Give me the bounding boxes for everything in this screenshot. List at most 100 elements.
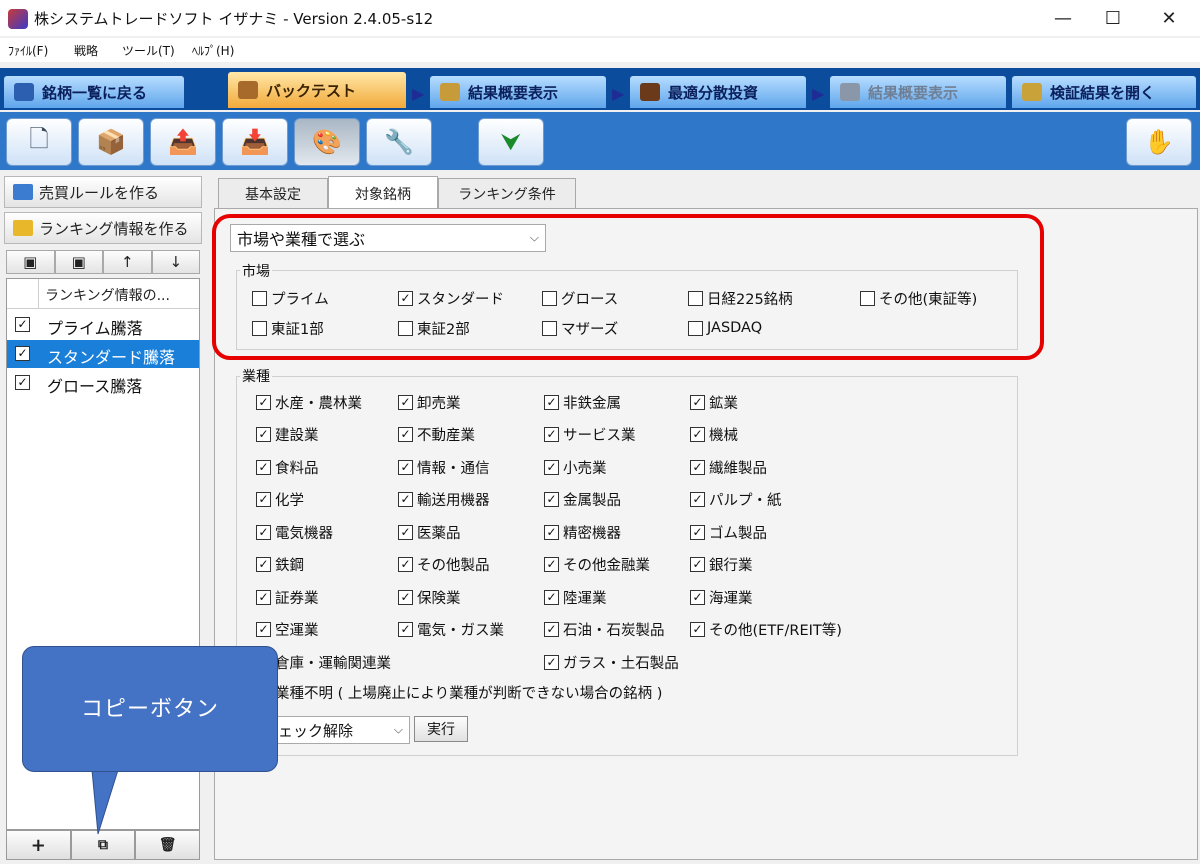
copy-button[interactable]: ⧉ <box>70 830 136 860</box>
industry-unknown[interactable]: ✓業種不明 ( 上場廃止により業種が判断できない場合の銘柄 ) <box>256 682 662 702</box>
make-rule-button[interactable]: 売買ルールを作る <box>4 176 202 208</box>
checkbox[interactable]: ✓ <box>398 622 413 637</box>
industry-checkbox[interactable]: ✓ 電気・ガス業 <box>398 620 504 640</box>
add-button[interactable]: + <box>6 830 71 860</box>
tab-basic-settings[interactable]: 基本設定 <box>218 178 328 208</box>
nav-tab-optimal-distribution[interactable]: 最適分散投資 <box>630 76 806 108</box>
new-button[interactable]: 🗋 <box>6 118 72 166</box>
industry-checkbox[interactable]: ✓ 繊維製品 <box>690 457 767 477</box>
save-button[interactable]: ▣ <box>6 250 55 274</box>
settings-button[interactable]: 🔧 <box>366 118 432 166</box>
list-item-selected[interactable]: ✓ スタンダード騰落 <box>7 340 199 368</box>
list-item-checkbox[interactable]: ✓ <box>15 346 30 361</box>
industry-checkbox[interactable]: ✓ 不動産業 <box>398 425 475 445</box>
industry-checkbox[interactable]: ✓ 空運業 <box>256 620 319 640</box>
checkbox[interactable]: ✓ <box>256 459 271 475</box>
maximize-button[interactable]: ☐ <box>1090 0 1136 36</box>
industry-checkbox[interactable]: ✓ 金属製品 <box>544 490 621 510</box>
menu-help[interactable]: ﾍﾙﾌﾟ(H) <box>192 42 234 59</box>
checkbox[interactable]: ✓ <box>544 459 559 475</box>
checkbox[interactable]: ✓ <box>544 589 559 605</box>
checkbox[interactable]: ✓ <box>690 427 705 442</box>
tab-ranking-conditions[interactable]: ランキング条件 <box>438 178 576 208</box>
nav-tab-backtest[interactable]: バックテスト <box>228 72 406 108</box>
industry-checkbox[interactable]: ✓ 輸送用機器 <box>398 490 490 510</box>
checkbox[interactable]: ✓ <box>398 394 413 410</box>
industry-checkbox[interactable]: ✓ サービス業 <box>544 425 636 445</box>
nav-tab-result-summary[interactable]: 結果概要表示 <box>430 76 606 108</box>
beginner-button[interactable]: ⮟ <box>478 118 544 166</box>
open-button[interactable]: 📦 <box>78 118 144 166</box>
menu-strategy[interactable]: 戦略 <box>74 42 98 59</box>
checkbox[interactable]: ✓ <box>690 589 705 605</box>
run-button[interactable]: ✋ <box>1126 118 1192 166</box>
execute-button[interactable]: 実行 <box>414 716 468 742</box>
nav-tab-result-summary-2[interactable]: 結果概要表示 <box>830 76 1006 108</box>
industry-checkbox[interactable]: ✓ 精密機器 <box>544 522 621 542</box>
list-item[interactable]: ✓ プライム騰落 <box>7 311 199 339</box>
industry-checkbox[interactable]: ✓ その他金融業 <box>544 555 650 575</box>
minimize-button[interactable]: — <box>1040 0 1086 36</box>
checkbox[interactable]: ✓ <box>544 492 559 507</box>
checkbox[interactable]: ✓ <box>256 524 271 540</box>
checkbox[interactable]: ✓ <box>544 654 559 670</box>
checkbox[interactable]: ✓ <box>256 557 271 572</box>
export-button[interactable]: 📤 <box>150 118 216 166</box>
check-action-dropdown[interactable]: チェック解除 ⌵ <box>256 716 410 744</box>
checkbox[interactable]: ✓ <box>690 557 705 572</box>
checkbox[interactable]: ✓ <box>398 459 413 475</box>
industry-checkbox[interactable]: ✓ 鉄鋼 <box>256 555 304 575</box>
checkbox[interactable]: ✓ <box>690 622 705 637</box>
delete-button[interactable]: 🗑 <box>135 830 201 860</box>
industry-checkbox[interactable]: ✓ 証券業 <box>256 587 319 607</box>
industry-checkbox[interactable]: ✓ 鉱業 <box>690 392 738 412</box>
industry-checkbox[interactable]: ✓ 情報・通信 <box>398 457 490 477</box>
industry-checkbox[interactable]: ✓ 水産・農林業 <box>256 392 362 412</box>
checkbox[interactable]: ✓ <box>256 427 271 442</box>
nav-tab-back-to-list[interactable]: 銘柄一覧に戻る <box>4 76 184 108</box>
list-item-checkbox[interactable]: ✓ <box>15 317 30 332</box>
checkbox[interactable]: ✓ <box>544 524 559 540</box>
industry-checkbox[interactable]: ✓ 医薬品 <box>398 522 461 542</box>
checkbox[interactable]: ✓ <box>690 492 705 507</box>
move-up-button[interactable]: ↑ <box>103 250 152 274</box>
tab-target-stocks[interactable]: 対象銘柄 <box>328 176 438 210</box>
industry-checkbox[interactable]: ✓ 非鉄金属 <box>544 392 621 412</box>
industry-checkbox[interactable]: ✓ 化学 <box>256 490 304 510</box>
checkbox[interactable]: ✓ <box>398 557 413 572</box>
checkbox[interactable]: ✓ <box>690 394 705 410</box>
move-down-button[interactable]: ↓ <box>151 250 200 274</box>
industry-checkbox[interactable]: ✓ 陸運業 <box>544 587 607 607</box>
checkbox[interactable]: ✓ <box>398 492 413 507</box>
industry-checkbox[interactable]: ✓ その他製品 <box>398 555 490 575</box>
menu-file[interactable]: ﾌｧｲﾙ(F) <box>8 42 48 59</box>
industry-checkbox[interactable]: ✓ 卸売業 <box>398 392 461 412</box>
industry-checkbox[interactable]: ✓ 海運業 <box>690 587 753 607</box>
checkbox[interactable]: ✓ <box>690 524 705 540</box>
checkbox[interactable]: ✓ <box>544 394 559 410</box>
palette-button[interactable]: 🎨 <box>294 118 360 166</box>
checkbox[interactable]: ✓ <box>398 427 413 442</box>
checkbox[interactable]: ✓ <box>398 589 413 605</box>
menu-tools[interactable]: ツール(T) <box>122 42 175 59</box>
checkbox[interactable]: ✓ <box>256 492 271 507</box>
industry-checkbox[interactable]: ✓ 小売業 <box>544 457 607 477</box>
checkbox[interactable]: ✓ <box>544 622 559 637</box>
list-item-checkbox[interactable]: ✓ <box>15 375 30 390</box>
checkbox[interactable]: ✓ <box>256 622 271 637</box>
industry-checkbox[interactable]: ✓ パルプ・紙 <box>690 490 782 510</box>
make-ranking-button[interactable]: ランキング情報を作る <box>4 212 202 244</box>
checkbox[interactable]: ✓ <box>544 427 559 442</box>
industry-checkbox[interactable]: ✓ 保険業 <box>398 587 461 607</box>
import-button[interactable]: 📥 <box>222 118 288 166</box>
industry-checkbox[interactable]: ✓ 電気機器 <box>256 522 333 542</box>
checkbox[interactable]: ✓ <box>544 557 559 572</box>
industry-checkbox[interactable]: ✓ 建設業 <box>256 425 319 445</box>
industry-checkbox[interactable]: ✓ 機械 <box>690 425 738 445</box>
close-button[interactable]: ✕ <box>1146 0 1192 36</box>
checkbox[interactable]: ✓ <box>398 524 413 540</box>
industry-checkbox[interactable]: ✓ 食料品 <box>256 457 319 477</box>
list-item[interactable]: ✓ グロース騰落 <box>7 369 199 397</box>
nav-tab-open-results[interactable]: 検証結果を開く <box>1012 76 1196 108</box>
save-as-button[interactable]: ▣ <box>54 250 103 274</box>
